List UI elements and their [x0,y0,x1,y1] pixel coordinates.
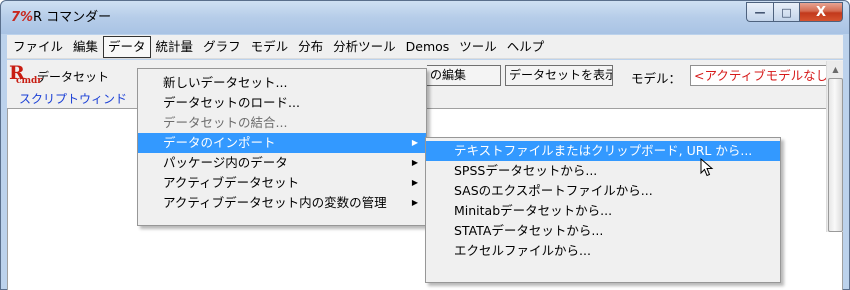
menu-item-label: データのインポート [163,135,276,150]
app-icon: 7% [11,10,34,25]
menu-item-data-in-packages[interactable]: パッケージ内のデータ ▶ [138,153,426,173]
menu-item-label: アクティブデータセット内の変数の管理 [163,195,387,210]
menu-item-label: テキストファイルまたはクリップボード, URL から... [454,143,753,158]
menu-item-label: SPSSデータセットから... [454,163,598,178]
maximize-icon: □ [781,5,792,19]
menu-item-new-dataset[interactable]: 新しいデータセット... [138,73,426,93]
menu-help[interactable]: ヘルプ [502,36,550,58]
menu-distributions[interactable]: 分布 [293,36,328,58]
close-icon: X [815,4,827,20]
menu-statistics[interactable]: 統計量 [151,36,199,58]
rcmdr-logo-icon: R cmdr [9,62,42,87]
view-dataset-button[interactable]: データセットを表示 [505,65,613,86]
menu-analysis-tools[interactable]: 分析ツール [328,36,401,58]
menu-graphs[interactable]: グラフ [198,36,246,58]
menu-item-label: 新しいデータセット... [163,75,288,90]
window-title: R コマンダー [33,10,112,25]
menu-item-label: SASのエクスポートファイルから... [454,183,653,198]
import-submenu: テキストファイルまたはクリップボード, URL から... SPSSデータセット… [425,137,781,283]
menu-item-import-data[interactable]: データのインポート ▶ [138,133,426,153]
window-controls: — □ X [746,2,843,22]
menu-item-import-sas[interactable]: SASのエクスポートファイルから... [426,181,780,201]
minimize-button[interactable]: — [746,2,773,22]
menu-item-label: Minitabデータセットから... [454,203,613,218]
menu-edit[interactable]: 編集 [68,36,103,58]
menu-item-label: エクセルファイルから... [454,243,591,258]
script-scrollbar[interactable]: ▲ [826,61,843,232]
submenu-arrow-icon: ▶ [411,198,418,207]
title-bar[interactable]: 7% R コマンダー — □ X [1,1,849,34]
menu-bar: ファイル 編集 データ 統計量 グラフ モデル 分布 分析ツール Demos ツ… [7,35,843,59]
menu-demos[interactable]: Demos [401,36,455,58]
submenu-arrow-icon: ▶ [411,178,418,187]
menu-item-label: STATAデータセットから... [454,223,604,238]
menu-item-label: アクティブデータセット [163,175,300,190]
edit-dataset-button[interactable]: の編集 [427,65,501,86]
menu-file[interactable]: ファイル [8,36,68,58]
menu-item-manage-variables[interactable]: アクティブデータセット内の変数の管理 ▶ [138,193,426,213]
tab-script-window[interactable]: スクリプトウィンド [19,90,127,107]
menu-item-load-dataset[interactable]: データセットのロード... [138,93,426,113]
active-model-button[interactable]: <アクティブモデルなし> [690,65,843,86]
submenu-arrow-icon: ▶ [411,158,418,167]
menu-item-label: データセットの結合... [163,115,288,130]
submenu-arrow-icon: ▶ [411,138,418,147]
menu-models[interactable]: モデル [246,36,294,58]
menu-item-merge-datasets: データセットの結合... [138,113,426,133]
menu-tools[interactable]: ツール [454,36,502,58]
scroll-thumb[interactable] [828,78,843,232]
scroll-up-icon[interactable]: ▲ [827,61,844,78]
menu-item-import-minitab[interactable]: Minitabデータセットから... [426,201,780,221]
menu-item-label: データセットのロード... [163,95,300,110]
dataset-label: データセット [37,70,110,84]
menu-item-import-text-clipboard-url[interactable]: テキストファイルまたはクリップボード, URL から... [426,141,780,161]
mouse-cursor-icon [700,158,714,177]
menu-item-import-stata[interactable]: STATAデータセットから... [426,221,780,241]
data-menu: 新しいデータセット... データセットのロード... データセットの結合... … [137,68,427,226]
close-button[interactable]: X [799,2,843,22]
model-label: モデル： [631,71,682,86]
menu-item-import-excel[interactable]: エクセルファイルから... [426,241,780,261]
maximize-button[interactable]: □ [773,2,799,22]
menu-item-import-spss[interactable]: SPSSデータセットから... [426,161,780,181]
menu-item-active-dataset[interactable]: アクティブデータセット ▶ [138,173,426,193]
minimize-icon: — [754,5,766,19]
menu-item-label: パッケージ内のデータ [163,155,288,170]
menu-data[interactable]: データ [103,35,151,58]
